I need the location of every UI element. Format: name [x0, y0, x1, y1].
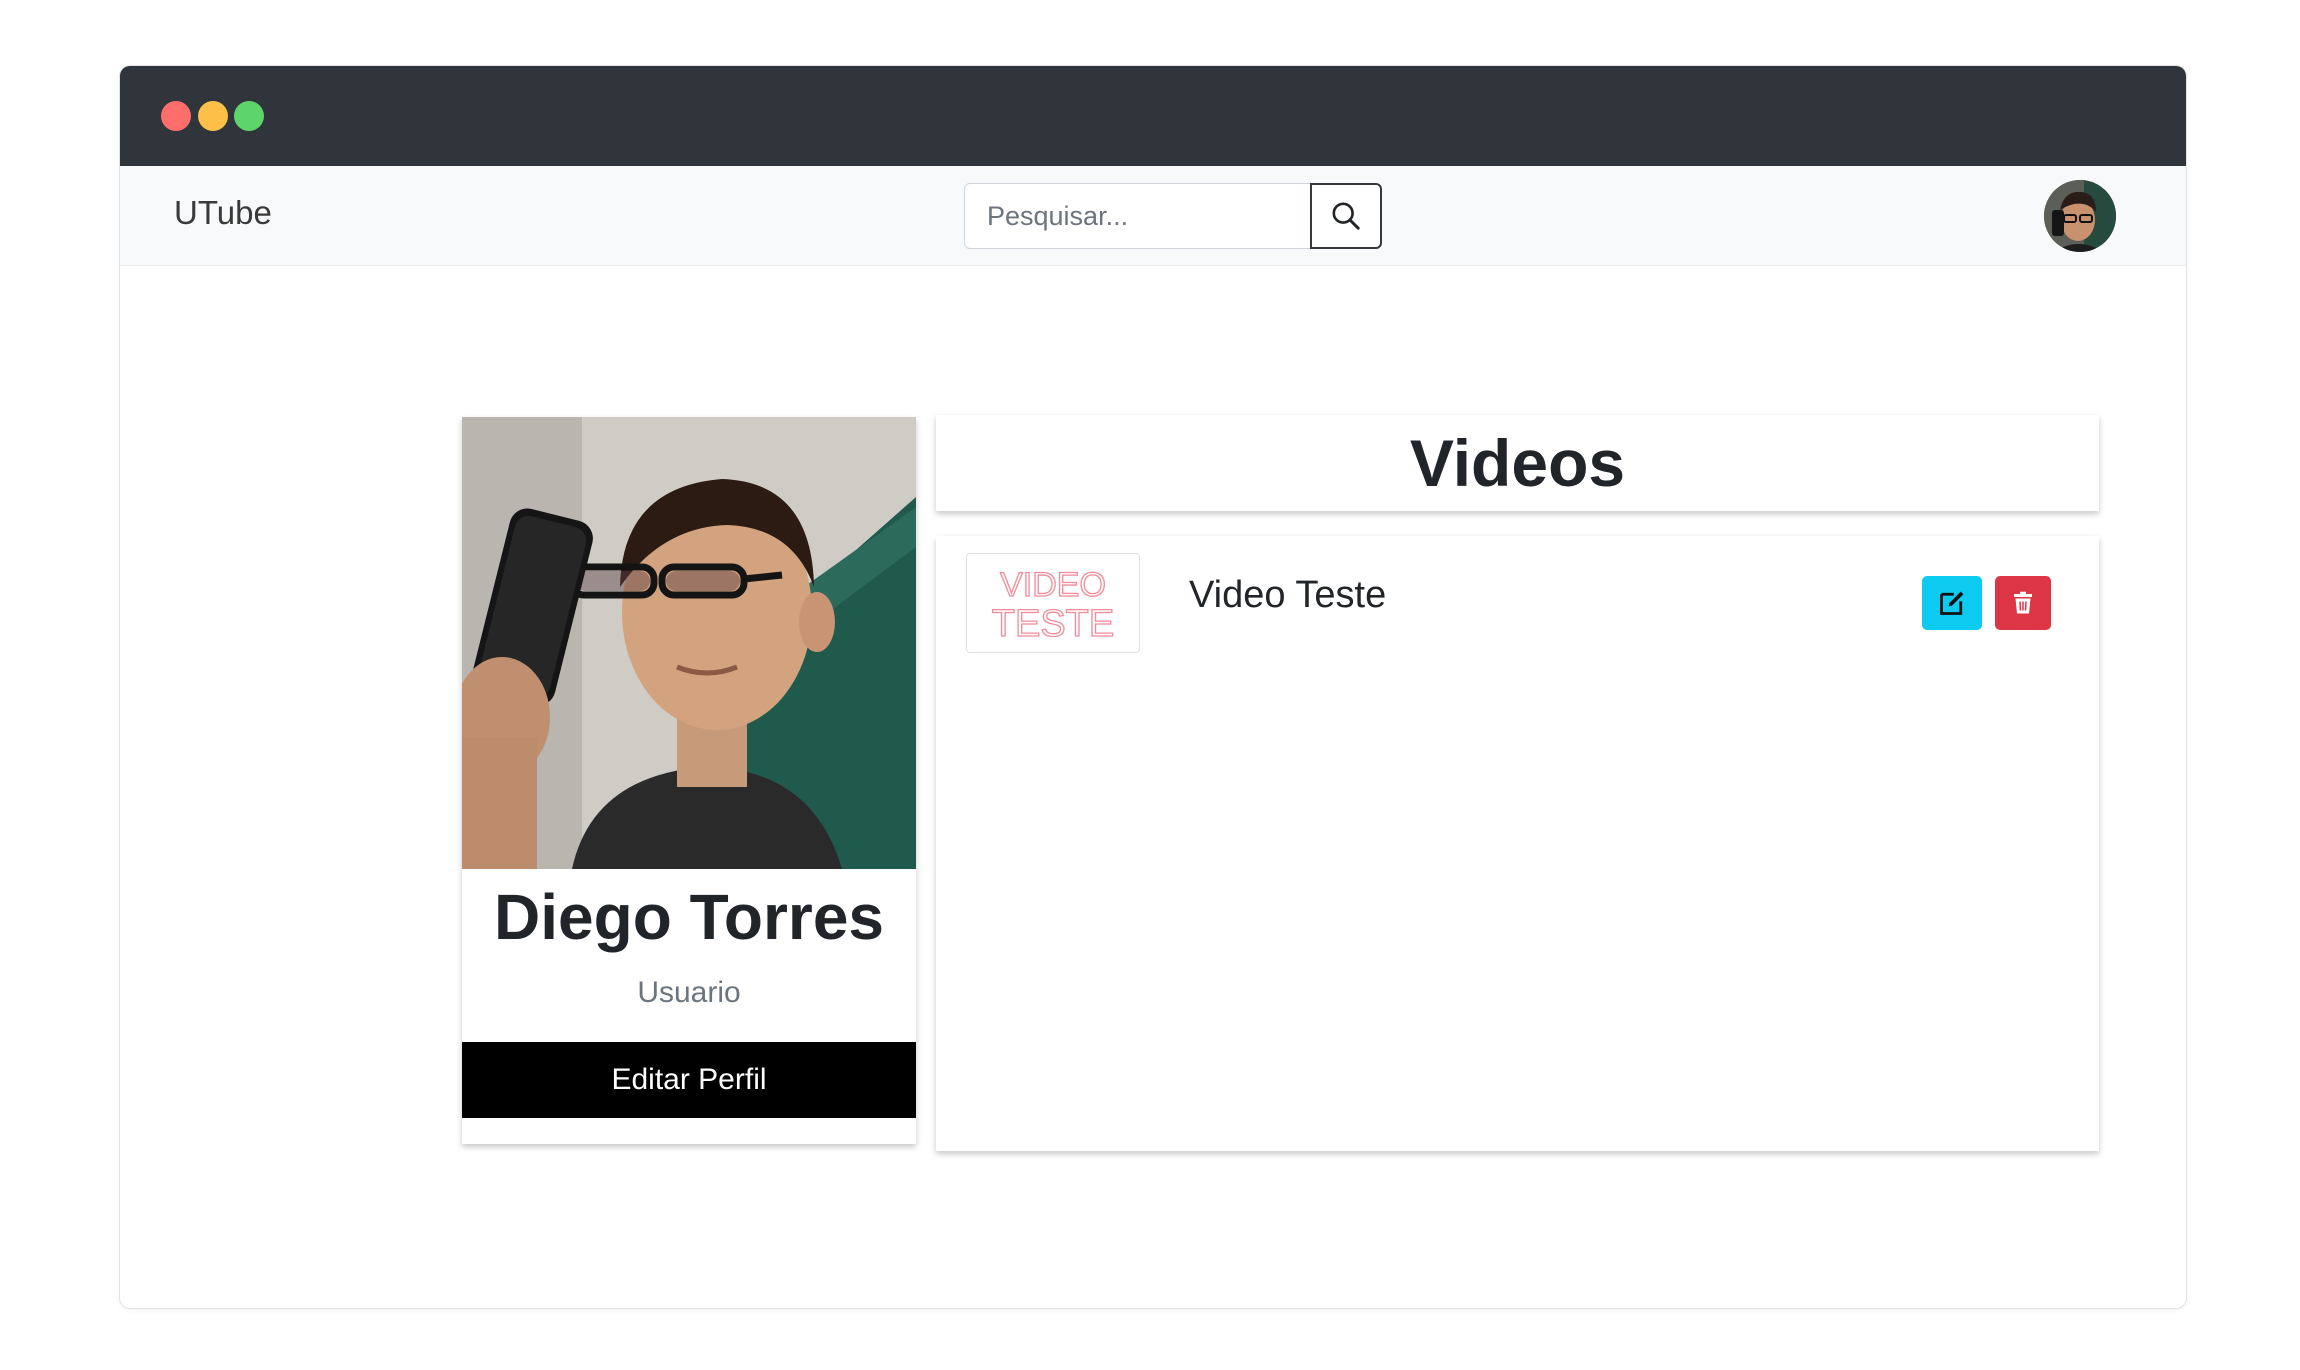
profile-name: Diego Torres [494, 881, 884, 953]
window-titlebar [120, 66, 2186, 166]
search-icon [1332, 202, 1360, 230]
close-window-dot[interactable] [161, 101, 191, 131]
videos-header: Videos [936, 415, 2099, 511]
svg-text:TESTE: TESTE [992, 603, 1114, 645]
videos-title: Videos [1409, 426, 1626, 500]
browser-window: UTube Pesquisar... Diego Torres Usuario … [120, 66, 2186, 1308]
search-input[interactable] [964, 183, 1312, 249]
video-title[interactable]: Video Teste [1189, 574, 1386, 617]
top-navbar: UTube [120, 166, 2186, 266]
edit-icon [1940, 591, 1964, 615]
video-list-item[interactable]: VIDEO TESTE Video Teste [936, 536, 2099, 676]
trash-icon [2014, 591, 2032, 614]
profile-photo-image [462, 417, 916, 869]
delete-video-button[interactable] [1995, 576, 2051, 630]
search-button[interactable] [1310, 183, 1382, 249]
minimize-window-dot[interactable] [198, 101, 228, 131]
maximize-window-dot[interactable] [234, 101, 264, 131]
edit-video-button[interactable] [1922, 576, 1982, 630]
profile-card: Diego Torres Usuario Editar Perfil [462, 417, 916, 1144]
profile-photo [462, 417, 916, 869]
profile-role: Usuario [637, 976, 741, 1009]
video-thumbnail[interactable]: VIDEO TESTE [966, 553, 1140, 653]
avatar-image [2044, 180, 2116, 252]
videos-list: VIDEO TESTE Video Teste [936, 536, 2099, 1151]
user-avatar[interactable] [2044, 180, 2116, 252]
edit-profile-button[interactable]: Editar Perfil [462, 1042, 916, 1118]
video-thumbnail-image: VIDEO TESTE [991, 565, 1115, 645]
svg-text:VIDEO: VIDEO [1000, 566, 1106, 604]
brand-link[interactable]: UTube [174, 196, 272, 229]
